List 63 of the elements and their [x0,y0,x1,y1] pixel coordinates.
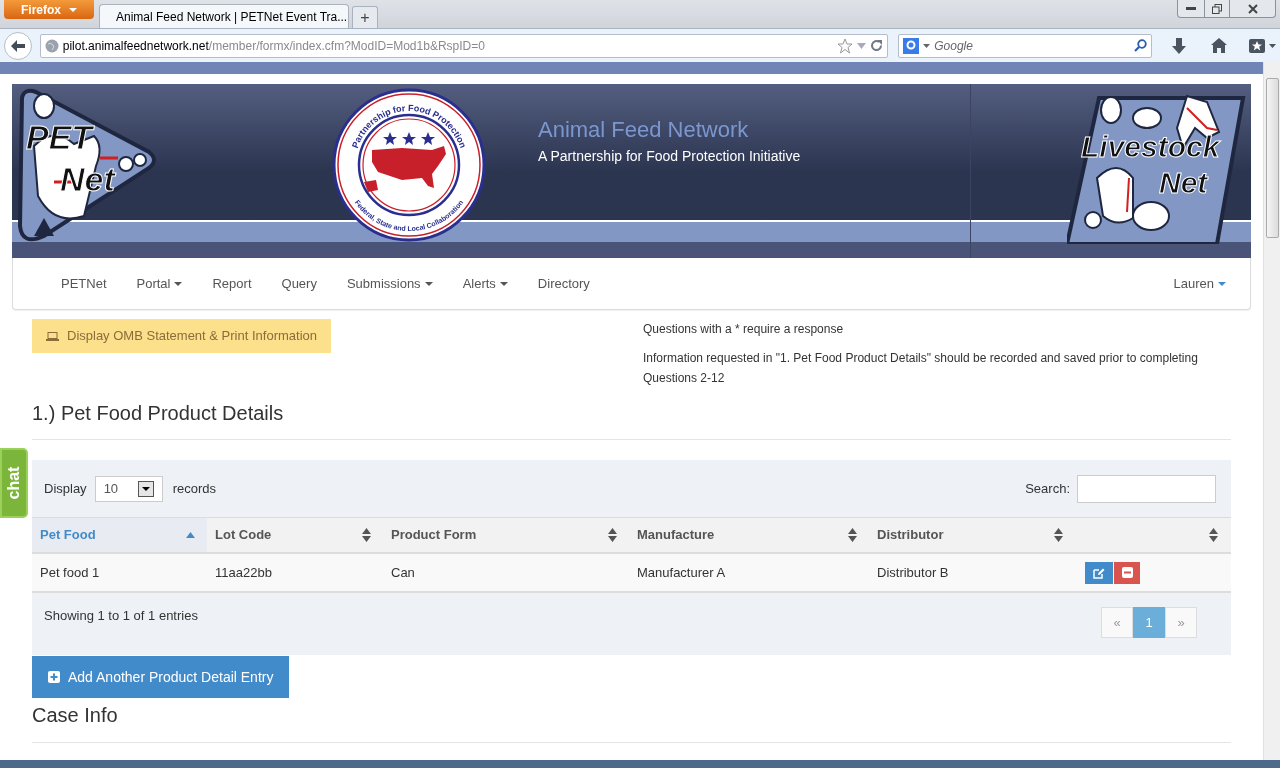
dropdown-icon [857,42,867,49]
dropdown-icon [923,43,931,48]
logo-text: Net [1159,168,1208,198]
search-field[interactable]: Google [898,33,1152,58]
nav-link[interactable]: Alerts [447,273,523,294]
required-note: Questions with a * require a response [643,321,845,338]
table-cell-text: Distributor B [876,563,950,582]
dropdown-icon [1269,43,1276,48]
laptop-icon [46,331,59,341]
nav-link[interactable]: Query [266,273,332,294]
delete-button[interactable] [1114,561,1140,584]
column-header[interactable]: Manufacture [629,518,869,552]
nav-link[interactable]: Portal [121,273,198,294]
tab-title: Animal Feed Network | PETNet Event Tra... [116,8,348,26]
column-header[interactable]: Product Form [383,518,629,552]
search-icon [1133,39,1147,52]
instruction-note: Information requested in "1. Pet Food Product Details" should be recorded and saved prior to completing Questions 2-12 [643,350,1199,387]
section-heading: Case Info [32,703,119,728]
display-label: Display [44,479,87,498]
omb-statement-button[interactable]: Display OMB Statement & Print Information [32,319,331,353]
close-icon [1247,3,1258,14]
star-icon [837,37,854,54]
section-heading: 1.) Pet Food Product Details [32,401,285,425]
url-text: pilot.animalfeednetwork.net/member/formx/index.cfm?ModID=Mod1b&RspID=0 [62,37,485,55]
nav-link[interactable]: PETNet [46,273,122,294]
edit-button[interactable] [1085,561,1113,584]
back-arrow-icon [10,39,25,52]
search-input[interactable]: Google [934,36,1130,55]
address-bar[interactable]: pilot.animalfeednetwork.net/member/formx/index.cfm?ModID=Mod1b&RspID=0 [39,33,889,58]
bookmark-star-icon [1249,38,1265,53]
nav-link[interactable]: Directory [522,273,605,294]
globe-icon [44,38,59,53]
minimize-icon [1186,6,1196,11]
table-search-field[interactable] [1077,474,1216,503]
search-label: Search: [1025,479,1070,498]
entries-info: Showing 1 to 1 of 1 entries [44,607,198,625]
browser-tab[interactable]: Animal Feed Network | PETNet Event Tra... [99,4,349,28]
plus-icon [48,671,60,683]
back-button[interactable] [4,31,32,60]
table-cell-text: Can [390,563,416,582]
site-title: Animal Feed Network [538,116,750,144]
home-icon [1211,38,1228,53]
download-arrow-icon [1172,37,1187,54]
column-header[interactable]: Distributor [869,518,1075,552]
caret-icon [69,7,77,12]
nav-link[interactable]: Report [197,273,267,294]
records-select[interactable]: 10 [94,475,163,502]
edit-icon [1093,566,1105,579]
reload-icon [870,39,884,52]
scrollbar[interactable] [1263,62,1280,760]
add-entry-button[interactable]: Add Another Product Detail Entry [32,656,290,698]
table-cell-text: Manufacturer A [636,563,727,582]
user-menu[interactable]: Lauren [1173,273,1226,294]
column-header[interactable]: Lot Code [207,518,383,552]
google-icon [903,37,920,54]
minus-icon [1121,567,1133,578]
table-cell-text: Pet food 1 [39,563,101,582]
site-subtitle: A Partnership for Food Protection Initiative [538,146,801,166]
new-tab-button[interactable]: + [352,6,378,28]
table-cell-text: 11aa22bb [214,563,273,582]
restore-icon [1212,3,1222,14]
nav-link[interactable]: Submissions [331,273,448,294]
records-label: records [172,479,216,498]
